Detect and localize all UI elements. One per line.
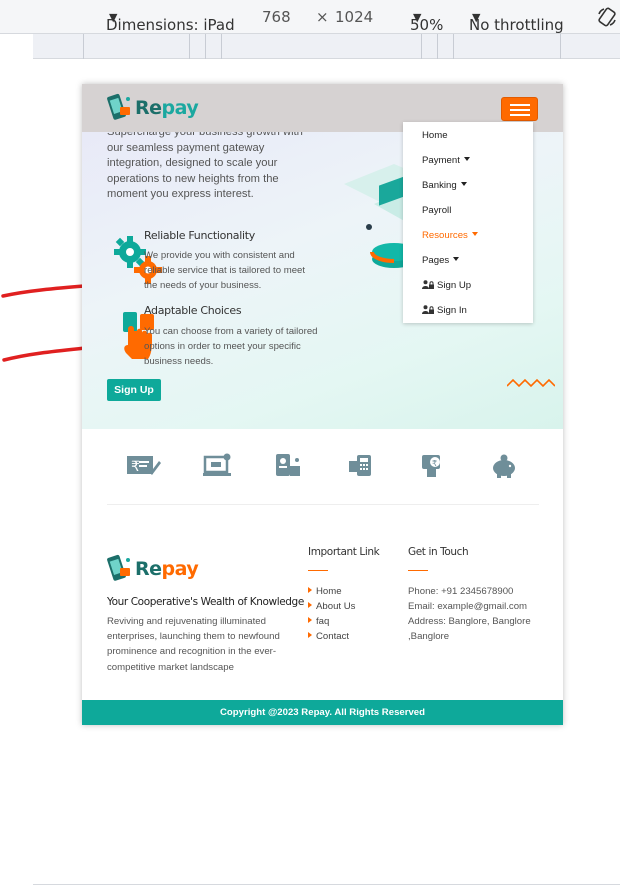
footer-brand-logo[interactable]: Repay [106,554,199,584]
contact-heading: Get in Touch [408,546,469,558]
caret-right-icon [308,587,312,593]
footer-link-faq[interactable]: faq [308,616,329,627]
rupee-card-icon: ₹ [127,456,161,475]
user-lock-icon [422,305,434,314]
device-select[interactable]: Dimensions: iPad ▼ [106,8,235,34]
user-lock-icon [422,280,434,289]
devtools-toolbar: Dimensions: iPad ▼ 768 × 1024 50% ▼ No thr… [0,0,620,34]
caret-right-icon [308,617,312,623]
footer: Repay Your Cooperative's Wealth of Knowl… [82,520,563,700]
nav-item-payment[interactable]: Payment [422,155,470,166]
pos-terminal-icon [349,455,371,476]
height-input[interactable]: 1024 [335,8,373,26]
footer-description: Reviving and rejuvenating illuminated en… [107,616,280,673]
heading-underline [308,570,328,571]
contact-phone: Phone: +91 2345678900 [408,586,514,597]
zoom-select[interactable]: 50% ▼ [410,8,443,34]
laptop-payment-icon [203,453,231,476]
signup-button[interactable]: Sign Up [107,379,161,401]
caret-right-icon [308,602,312,608]
brand-name: Repay [135,558,199,580]
contact-address: Address: Banglore, Banglore [408,616,531,627]
phone-logo-icon [107,93,130,120]
feature-title: Adaptable Choices [144,304,242,317]
heading-underline [408,570,428,571]
divider [107,504,539,505]
feature-description: You can choose from a variety of tailore… [144,326,318,367]
mobile-wallet-icon [276,454,300,476]
phone-logo-icon [107,554,130,581]
hero-section: Supercharge your business growth with ou… [82,84,563,429]
caret-down-icon [463,157,470,161]
caret-right-icon [308,632,312,638]
nav-item-home[interactable]: Home [422,130,448,141]
svg-text:₹: ₹ [432,459,437,468]
footer-tagline: Your Cooperative's Wealth of Knowledge [107,596,304,608]
hamburger-menu-button[interactable] [501,97,538,121]
caret-down-icon [453,257,460,261]
nav-item-payroll[interactable]: Payroll [422,205,451,216]
nav-item-banking[interactable]: Banking [422,180,467,191]
feature-title: Reliable Functionality [144,229,255,242]
piggy-bank-icon [493,454,515,478]
contact-email: Email: example@gmail.com [408,601,528,612]
caret-down-icon: ▼ [109,11,118,24]
throttling-select[interactable]: No throttling ▼ [469,8,564,34]
hero-paragraph: Supercharge your business growth with ou… [107,126,303,201]
nav-item-signup[interactable]: Sign Up [422,280,471,291]
caret-down-icon: ▼ [472,11,481,24]
nav-item-resources[interactable]: Resources [422,230,478,241]
footer-link-about[interactable]: About Us [308,601,355,612]
nav-item-signin[interactable]: Sign In [422,305,467,316]
payment-icons-strip: ₹ ₹ [82,429,563,519]
rotate-icon[interactable] [596,6,618,32]
caret-down-icon: ▼ [413,11,422,24]
feature-description: We provide you with consistent and relia… [144,250,306,291]
footer-link-contact[interactable]: Contact [308,631,349,642]
brand-logo[interactable]: Repay [106,93,199,123]
brand-name: Repay [135,97,199,119]
nav-item-pages[interactable]: Pages [422,255,460,266]
caret-down-icon [471,232,478,236]
footer-link-home[interactable]: Home [308,586,342,597]
links-heading: Important Link [308,546,380,558]
times-label: × [316,8,329,26]
phone-rupee-icon: ₹ [422,455,440,477]
contact-address-cont: ,Banglore [408,631,450,642]
media-query-ruler[interactable] [33,34,620,59]
width-input[interactable]: 768 [262,8,291,26]
svg-text:₹: ₹ [131,459,140,475]
divider [33,884,620,885]
copyright-bar: Copyright @2023 Repay. All Rights Reserv… [82,700,563,725]
zigzag-decoration [507,378,555,388]
caret-down-icon [460,182,467,186]
emulated-page: Supercharge your business growth with ou… [82,84,563,725]
nav-dropdown-menu: Home Payment Banking Payroll Resources P… [403,122,533,323]
